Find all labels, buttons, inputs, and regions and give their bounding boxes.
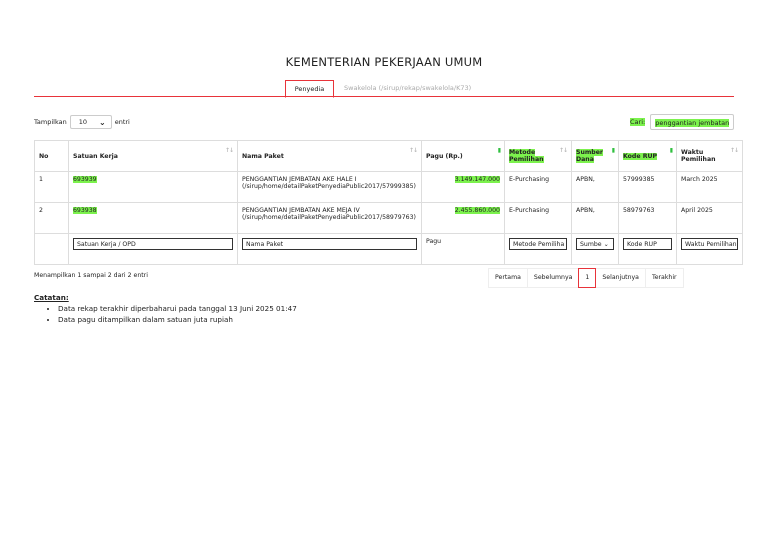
list-item: Data pagu ditampilkan dalam satuan juta … bbox=[58, 315, 297, 324]
table-row: 1 693939 PENGGANTIAN JEMBATAN AKE HALE I… bbox=[34, 171, 743, 203]
tab-swakelola[interactable]: Swakelola (/sirup/rekap/swakelola/K73) bbox=[344, 80, 471, 96]
paket-link[interactable]: (/sirup/home/detailPaketPenyediaPublic20… bbox=[242, 183, 417, 190]
sort-icon: ↑↓ bbox=[558, 147, 568, 154]
pagination-next[interactable]: Selanjutnya bbox=[595, 268, 646, 288]
pagu-value: 3.149.147.000 bbox=[454, 176, 500, 183]
paket-name: PENGGANTIAN JEMBATAN AKE HALE I bbox=[242, 176, 357, 183]
filter-kode-rup-input[interactable]: Kode RUP bbox=[623, 238, 672, 250]
filter-cell: Metode Pemiliha bbox=[504, 233, 572, 265]
cell-kode-rup: 58979763 bbox=[618, 202, 677, 234]
table-info: Menampilkan 1 sampai 2 dari 2 entri bbox=[34, 272, 148, 279]
filter-nama-paket-input[interactable]: Nama Paket bbox=[242, 238, 417, 250]
header-label: Satuan Kerja bbox=[73, 152, 118, 160]
filter-sumber-value: Sumbe bbox=[580, 241, 602, 248]
page-title: KEMENTERIAN PEKERJAAN UMUM bbox=[285, 55, 483, 69]
filter-cell: Pagu bbox=[421, 233, 505, 265]
chevron-down-icon: ⌄ bbox=[603, 241, 609, 248]
page-length-select[interactable]: 10 ⌄ bbox=[69, 115, 112, 129]
sort-icon: ↑↓ bbox=[729, 147, 739, 154]
header-label: Metode Pemilihan bbox=[509, 149, 544, 163]
search-input[interactable]: penggantian jembatan bbox=[650, 114, 735, 130]
pagination-last[interactable]: Terakhir bbox=[644, 268, 684, 288]
filter-cell: Nama Paket bbox=[237, 233, 422, 265]
filter-cell: Sumbe ⌄ bbox=[571, 233, 619, 265]
search-input-value: penggantian jembatan bbox=[655, 119, 730, 127]
cell-satuan-kerja: 693938 bbox=[68, 202, 238, 234]
notes: Catatan: Data rekap terakhir diperbaharu… bbox=[34, 293, 297, 326]
length-prefix-label: Tampilkan bbox=[34, 118, 67, 126]
cell-kode-rup: 57999385 bbox=[618, 171, 677, 203]
tabs-divider bbox=[34, 96, 734, 97]
satuan-kerja-value: 693938 bbox=[73, 207, 97, 214]
header-label: Pagu (Rp.) bbox=[426, 152, 463, 160]
cell-sumber: APBN, bbox=[571, 202, 619, 234]
header-satuan-kerja[interactable]: Satuan Kerja ↑↓ bbox=[68, 140, 238, 172]
cell-nama-paket[interactable]: PENGGANTIAN JEMBATAN AKE MEJA IV (/sirup/… bbox=[237, 202, 422, 234]
table-filter-row: Satuan Kerja / OPD Nama Paket Pagu Metod… bbox=[34, 233, 743, 265]
pagination-first[interactable]: Pertama bbox=[488, 268, 528, 288]
paket-link[interactable]: (/sirup/home/detailPaketPenyediaPublic20… bbox=[242, 214, 417, 221]
notes-list: Data rekap terakhir diperbaharui pada ta… bbox=[34, 304, 297, 324]
length-suffix-label: entri bbox=[114, 118, 130, 126]
page-length-value: 10 bbox=[78, 118, 87, 126]
filter-sumber-select[interactable]: Sumbe ⌄ bbox=[576, 238, 614, 250]
paket-table: No Satuan Kerja ↑↓ Nama Paket ↑↓ Pagu (Rp.… bbox=[34, 140, 743, 265]
paket-name: PENGGANTIAN JEMBATAN AKE MEJA IV bbox=[242, 207, 360, 214]
header-metode-pemilihan[interactable]: Metode Pemilihan ↑↓ bbox=[504, 140, 572, 172]
filter-waktu-input[interactable]: Waktu Pemilihan bbox=[681, 238, 738, 250]
chevron-down-icon: ⌄ bbox=[99, 117, 106, 127]
pagination-page-1[interactable]: 1 bbox=[578, 268, 597, 288]
cell-no: 2 bbox=[34, 202, 69, 234]
header-label: Kode RUP bbox=[623, 152, 658, 160]
header-sumber-dana[interactable]: Sumber Dana ▮ bbox=[571, 140, 619, 172]
cell-satuan-kerja: 693939 bbox=[68, 171, 238, 203]
sort-icon: ▮ bbox=[611, 147, 615, 154]
pagu-value: 2.455.860.000 bbox=[454, 207, 500, 214]
pagination: Pertama Sebelumnya 1 Selanjutnya Terakhi… bbox=[488, 268, 684, 288]
cell-pagu: 2.455.860.000 bbox=[421, 202, 505, 234]
cell-metode: E-Purchasing bbox=[504, 171, 572, 203]
header-pagu[interactable]: Pagu (Rp.) ▮ bbox=[421, 140, 505, 172]
header-label: Nama Paket bbox=[242, 152, 284, 160]
cell-pagu: 3.149.147.000 bbox=[421, 171, 505, 203]
sort-icon: ↑↓ bbox=[408, 147, 418, 154]
filter-cell: Satuan Kerja / OPD bbox=[68, 233, 238, 265]
table-header-row: No Satuan Kerja ↑↓ Nama Paket ↑↓ Pagu (Rp.… bbox=[34, 140, 743, 172]
list-item: Data rekap terakhir diperbaharui pada ta… bbox=[58, 304, 297, 313]
filter-cell: Waktu Pemilihan bbox=[676, 233, 743, 265]
sort-icon: ▮ bbox=[669, 147, 673, 154]
search-control: Cari: penggantian jembatan bbox=[630, 114, 735, 130]
filter-metode-input[interactable]: Metode Pemiliha bbox=[509, 238, 567, 250]
filter-cell-no bbox=[34, 233, 69, 265]
header-label: No bbox=[39, 152, 49, 160]
cell-no: 1 bbox=[34, 171, 69, 203]
header-label: Sumber Dana bbox=[576, 149, 603, 163]
filter-cell: Kode RUP bbox=[618, 233, 677, 265]
header-no[interactable]: No bbox=[34, 140, 69, 172]
cell-metode: E-Purchasing bbox=[504, 202, 572, 234]
cell-waktu: April 2025 bbox=[676, 202, 743, 234]
cell-nama-paket[interactable]: PENGGANTIAN JEMBATAN AKE HALE I (/sirup/h… bbox=[237, 171, 422, 203]
length-control: Tampilkan 10 ⌄ entri bbox=[34, 115, 130, 129]
search-label: Cari: bbox=[630, 118, 646, 126]
pagination-prev[interactable]: Sebelumnya bbox=[526, 268, 580, 288]
header-kode-rup[interactable]: Kode RUP ▮ bbox=[618, 140, 677, 172]
sort-icon: ↑↓ bbox=[224, 147, 234, 154]
cell-waktu: March 2025 bbox=[676, 171, 743, 203]
sort-icon: ▮ bbox=[497, 147, 501, 154]
header-nama-paket[interactable]: Nama Paket ↑↓ bbox=[237, 140, 422, 172]
header-label: Waktu Pemilihan bbox=[681, 149, 716, 163]
table-row: 2 693938 PENGGANTIAN JEMBATAN AKE MEJA I… bbox=[34, 202, 743, 234]
filter-pagu-label: Pagu bbox=[426, 238, 442, 245]
notes-heading: Catatan: bbox=[34, 293, 69, 302]
cell-sumber: APBN, bbox=[571, 171, 619, 203]
filter-satuan-kerja-input[interactable]: Satuan Kerja / OPD bbox=[73, 238, 233, 250]
satuan-kerja-value: 693939 bbox=[73, 176, 97, 183]
header-waktu-pemilihan[interactable]: Waktu Pemilihan ↑↓ bbox=[676, 140, 743, 172]
